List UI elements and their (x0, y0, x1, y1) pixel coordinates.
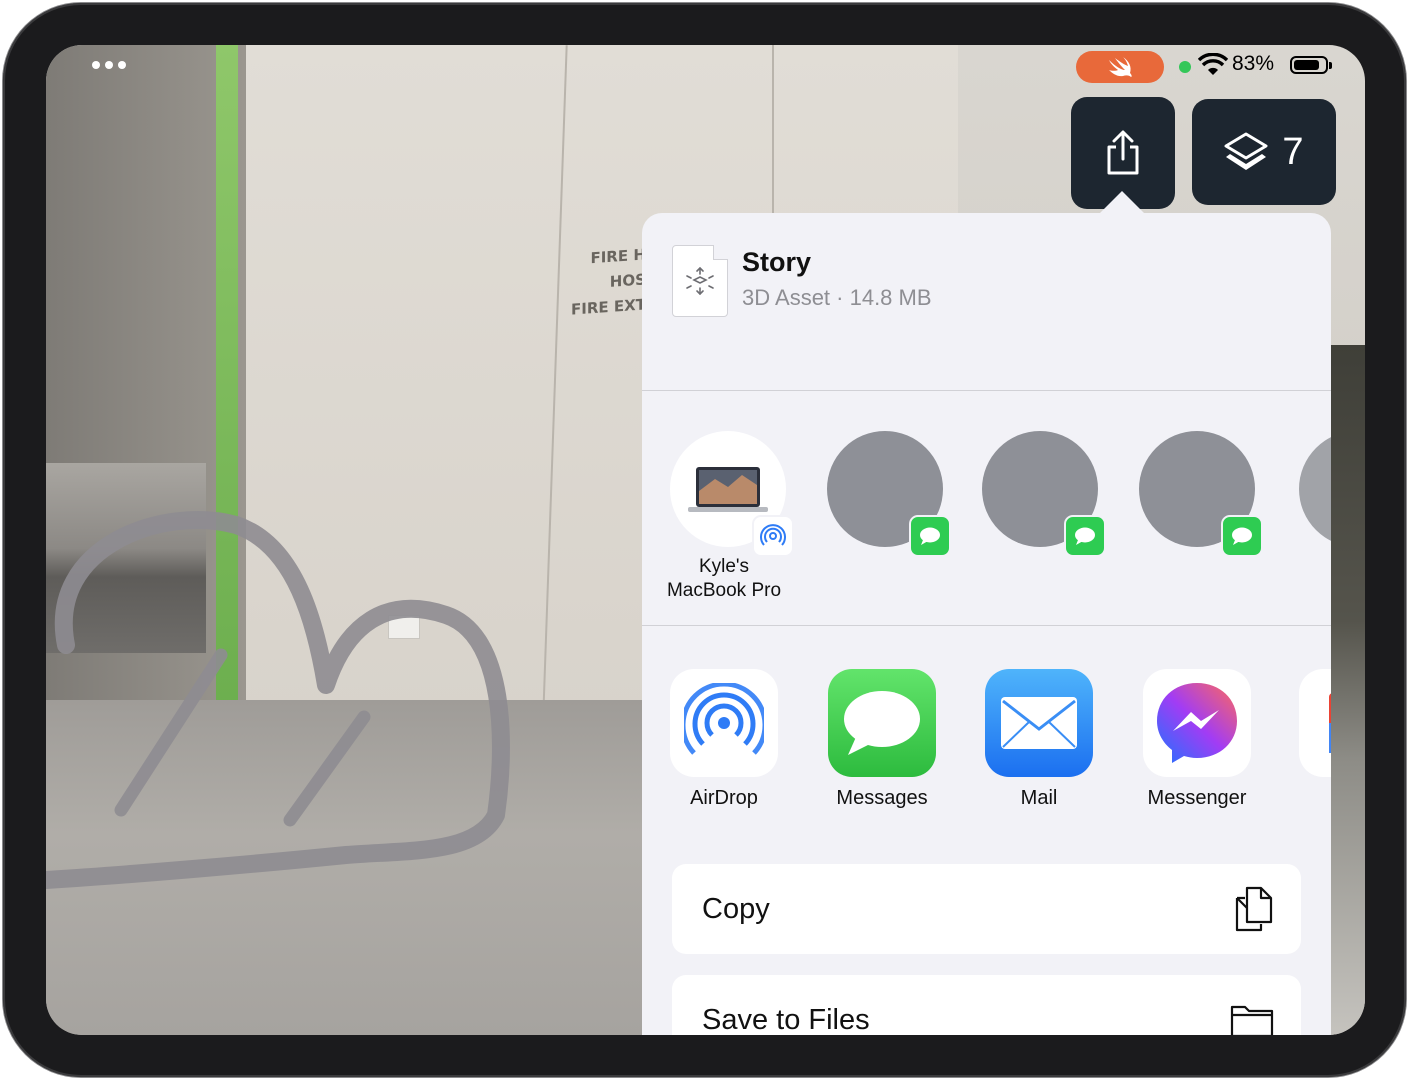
messages-icon (920, 527, 940, 545)
copy-action[interactable]: Copy (672, 864, 1301, 954)
3d-asset-icon (686, 266, 714, 296)
fire-sign: FIRE H HOS FIRE EXT (571, 242, 646, 322)
separator (642, 625, 1331, 626)
layers-count: 7 (1282, 130, 1304, 173)
share-header: Story 3D Asset · 14.8 MB (642, 213, 1331, 347)
layers-button[interactable]: 7 (1192, 99, 1336, 205)
airdrop-icon (684, 683, 764, 755)
swift-icon (1109, 57, 1132, 77)
file-thumbnail (672, 245, 728, 317)
scribble-drawing (46, 511, 510, 889)
popover-arrow (1100, 191, 1144, 213)
airdrop-tile (670, 669, 778, 777)
fire-sign-line: FIRE EXT (571, 295, 646, 319)
file-subtitle: 3D Asset · 14.8 MB (742, 285, 932, 310)
app-label: Messages (836, 787, 928, 809)
file-title: Story (742, 247, 812, 277)
avatar (1299, 431, 1331, 547)
share-sheet: Story 3D Asset · 14.8 MB Kyle's MacBook … (642, 213, 1331, 1035)
messages-icon (844, 691, 920, 755)
copy-icon (1235, 886, 1273, 932)
messages-tile (828, 669, 936, 777)
app-label: Mail (1020, 787, 1058, 809)
mail-icon (1001, 697, 1077, 749)
app-tile-partial (1299, 669, 1331, 777)
save-to-files-label: Save to Files (702, 1003, 870, 1036)
swift-playgrounds-pill[interactable] (1076, 51, 1164, 83)
right-background (1331, 345, 1365, 1035)
screen: FIRE H HOS FIRE EXT 83% 7 Story 3D Asset… (46, 45, 1365, 1035)
person-name-line: MacBook Pro (666, 580, 782, 601)
messages-icon (1075, 527, 1095, 545)
messages-badge (909, 515, 951, 557)
battery-percent: 83% (1232, 52, 1275, 75)
messages-badge (1064, 515, 1106, 557)
airdrop-badge (752, 515, 794, 557)
wifi-icon (1198, 53, 1228, 75)
mail-tile (985, 669, 1093, 777)
app-label: AirDrop (690, 787, 758, 809)
save-to-files-action[interactable]: Save to Files (672, 975, 1301, 1035)
layers-icon (1224, 132, 1268, 170)
person-name: Kyle's MacBook Pro (648, 555, 800, 603)
messenger-tile (1143, 669, 1251, 777)
share-icon (1107, 130, 1139, 175)
multitasking-dots[interactable] (92, 61, 126, 69)
copy-label: Copy (702, 892, 770, 925)
camera-indicator (1179, 61, 1191, 73)
messenger-icon (1157, 683, 1237, 763)
battery-icon (1290, 56, 1332, 74)
messages-icon (1232, 527, 1252, 545)
separator (642, 390, 1331, 391)
folder-icon (1230, 1005, 1274, 1035)
app-label: Messenger (1147, 787, 1247, 809)
airdrop-icon (760, 524, 786, 546)
messages-badge (1221, 515, 1263, 557)
person-name-line: Kyle's (698, 556, 750, 577)
